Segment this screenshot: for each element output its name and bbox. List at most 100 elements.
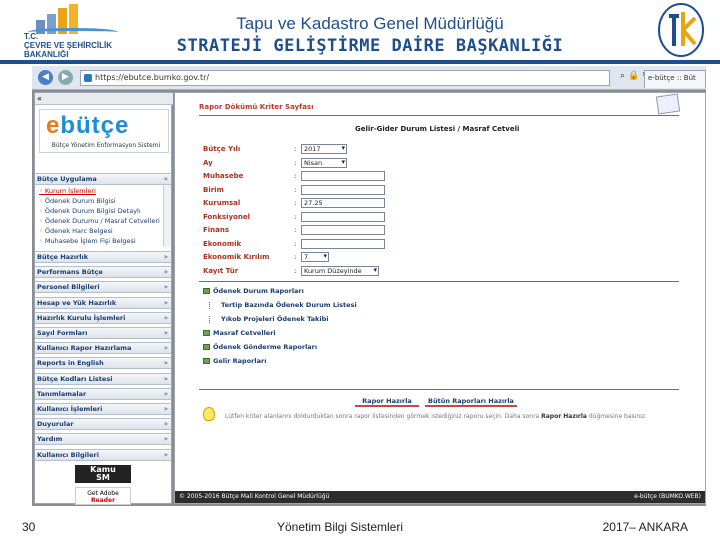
lock-icon[interactable]: 🔒 [628,71,642,81]
sidebar-menu-item[interactable]: Tanımlamalar» [35,387,171,400]
report-tree-item[interactable]: Masraf Cetvelleri [203,329,276,337]
chevron-down-icon: » [163,420,168,429]
prepare-report-button[interactable]: Rapor Hazırla [355,395,419,407]
forward-icon[interactable]: ▶ [58,70,73,85]
sidebar-menu-item[interactable]: Reports in English» [35,357,171,370]
form-colon: : [294,212,297,221]
submenu-item[interactable]: Ödenek Durum Bilgisi Detaylı [39,207,141,215]
form-select[interactable]: Kurum Düzeyinde [301,265,379,276]
ebutce-logo: ebütçe Bütçe Yönetim Enformasyon Sistemi [39,109,169,153]
submenu-item[interactable]: Ödenek Durum Bilgisi [39,197,116,205]
chevron-down-icon: » [163,389,168,398]
sidebar-menu-item[interactable]: Kullanıcı Rapor Hazırlama» [35,342,171,355]
form-select[interactable]: Nisan [301,157,347,168]
form-colon: : [294,158,297,167]
main-content: Rapor Dökümü Kriter Sayfası Gelir-Gider … [174,92,706,504]
chevron-down-icon: » [163,313,168,322]
submenu-scrollbar[interactable] [163,185,171,247]
folder-icon [203,288,210,294]
sidebar-menu-item[interactable]: Hazırlık Kurulu İşlemleri» [35,311,171,324]
search-icon[interactable]: ⌕ [620,71,628,81]
browser-tab[interactable]: e-bütçe :: Büt [644,70,706,88]
form-colon: : [294,253,297,261]
report-tree-item[interactable]: Ödenek Durum Raporları [203,287,304,295]
header-title-sub: STRATEJİ GELİŞTİRME DAİRE BAŞKANLIĞI [176,36,564,56]
form-colon: : [294,199,297,207]
sidebar-menu-item[interactable]: Personel Bilgileri» [35,281,171,294]
chevron-down-icon: » [163,405,168,413]
sidebar-menu-item[interactable]: Kullanıcı Bilgileri» [35,448,171,461]
chevron-down-icon: » [163,329,168,337]
ministry-logo: T.C. ÇEVRE VE ŞEHİRCİLİK BAKANLIĞI [14,2,119,60]
submenu-item[interactable]: Kurum İşlemleri [39,187,96,195]
submenu-list: Kurum İşlemleri Ödenek Durum Bilgisi Öde… [35,185,171,247]
form-colon: : [294,266,297,275]
back-icon[interactable]: ◀ [38,70,53,85]
header-divider [0,60,720,64]
chevron-down-icon: » [163,435,168,444]
form-label: Ekonomik Kırılım [203,253,270,261]
chevron-down-icon: » [163,344,168,353]
sidebar-menu-item[interactable]: Performans Bütçe» [35,266,171,279]
report-title: Gelir-Gider Durum Listesi / Masraf Cetve… [355,125,520,133]
sidebar-menu-item[interactable]: Kullanıcı İşlemleri» [35,403,171,415]
app-footer: © 2005-2016 Bütçe Mali Kontrol Genel Müd… [175,491,705,503]
page-title: Rapor Dökümü Kriter Sayfası [199,103,314,111]
print-icon[interactable] [655,93,681,115]
submenu-item[interactable]: Ödenek Durumu / Masraf Cetvelleri [39,217,160,225]
form-input[interactable] [301,184,385,195]
bottom-divider [199,389,679,390]
form-input[interactable]: 27.25 [301,198,385,208]
chevron-down-icon: » [163,374,168,383]
prepare-all-reports-button[interactable]: Bütün Raporları Hazırla [425,395,517,407]
title-divider [199,115,679,116]
menu-butce-uygulama[interactable]: Bütçe Uygulama « [35,173,171,185]
form-input[interactable] [301,171,385,181]
folder-icon [203,330,210,336]
chevron-down-icon: » [163,268,168,277]
submenu-item[interactable]: Muhasebe İşlem Fişi Belgesi [39,237,136,245]
tree-branch-icon [209,301,219,309]
section-divider [199,281,679,282]
sidebar-menu-item[interactable]: Hesap ve Yük Hazırlık» [35,296,171,309]
chevron-down-icon: » [163,253,168,261]
sidebar-menu-item[interactable]: Duyurular» [35,418,171,431]
form-input[interactable] [301,211,385,222]
form-label: Kayıt Tür [203,266,239,275]
report-tree-item[interactable]: Gelir Raporları [203,357,266,365]
form-label: Ay [203,158,213,167]
folder-icon [203,344,210,350]
chevron-down-icon: » [163,283,168,292]
form-label: Fonksiyonel [203,212,251,221]
form-input[interactable] [301,238,385,249]
sidebar-menu-item[interactable]: Bütçe Hazırlık» [35,251,171,263]
sidebar-menu-item[interactable]: Bütçe Kodları Listesi» [35,372,171,385]
form-colon: : [294,185,297,194]
form-input[interactable] [301,225,385,235]
kamu-sm-badge[interactable]: Kamu SM [75,465,131,483]
adobe-reader-badge[interactable]: Get Adobe Reader [75,487,131,505]
form-label: Finans [203,226,230,234]
header-title-main: Tapu ve Kadastro Genel Müdürlüğü [236,14,504,33]
slide-number: 30 [22,520,36,534]
report-tree-item[interactable]: Yıkob Projeleri Ödenek Takibi [209,315,329,323]
report-tree-item[interactable]: Tertip Bazında Ödenek Durum Listesi [209,301,357,309]
form-colon: : [294,239,297,248]
form-select[interactable]: 7 [301,252,329,262]
form-label: Bütçe Yılı [203,145,241,153]
address-bar[interactable]: https://ebutce.bumko.gov.tr/ [80,70,610,86]
report-tree-item[interactable]: Ödenek Gönderme Raporları [203,343,317,351]
form-label: Muhasebe [203,172,244,180]
form-label: Ekonomik [203,239,242,248]
favicon-icon [84,74,92,82]
sidebar-menu-item[interactable]: Sayıl Formları» [35,327,171,339]
sidebar-menu-item[interactable]: Yardım» [35,433,171,446]
chevron-up-icon: « [163,175,168,183]
form-select[interactable]: 2017 [301,144,347,154]
slide-footer-date: 2017– ANKARA [602,520,688,534]
sidebar-collapse-button[interactable]: « [35,93,173,105]
submenu-item[interactable]: Ödenek Harc Belgesi [39,227,113,235]
folder-icon [203,358,210,364]
hint-text: Lütfen kriter alanlarını doldurduktan so… [225,413,647,420]
form-label: Birim [203,185,224,194]
